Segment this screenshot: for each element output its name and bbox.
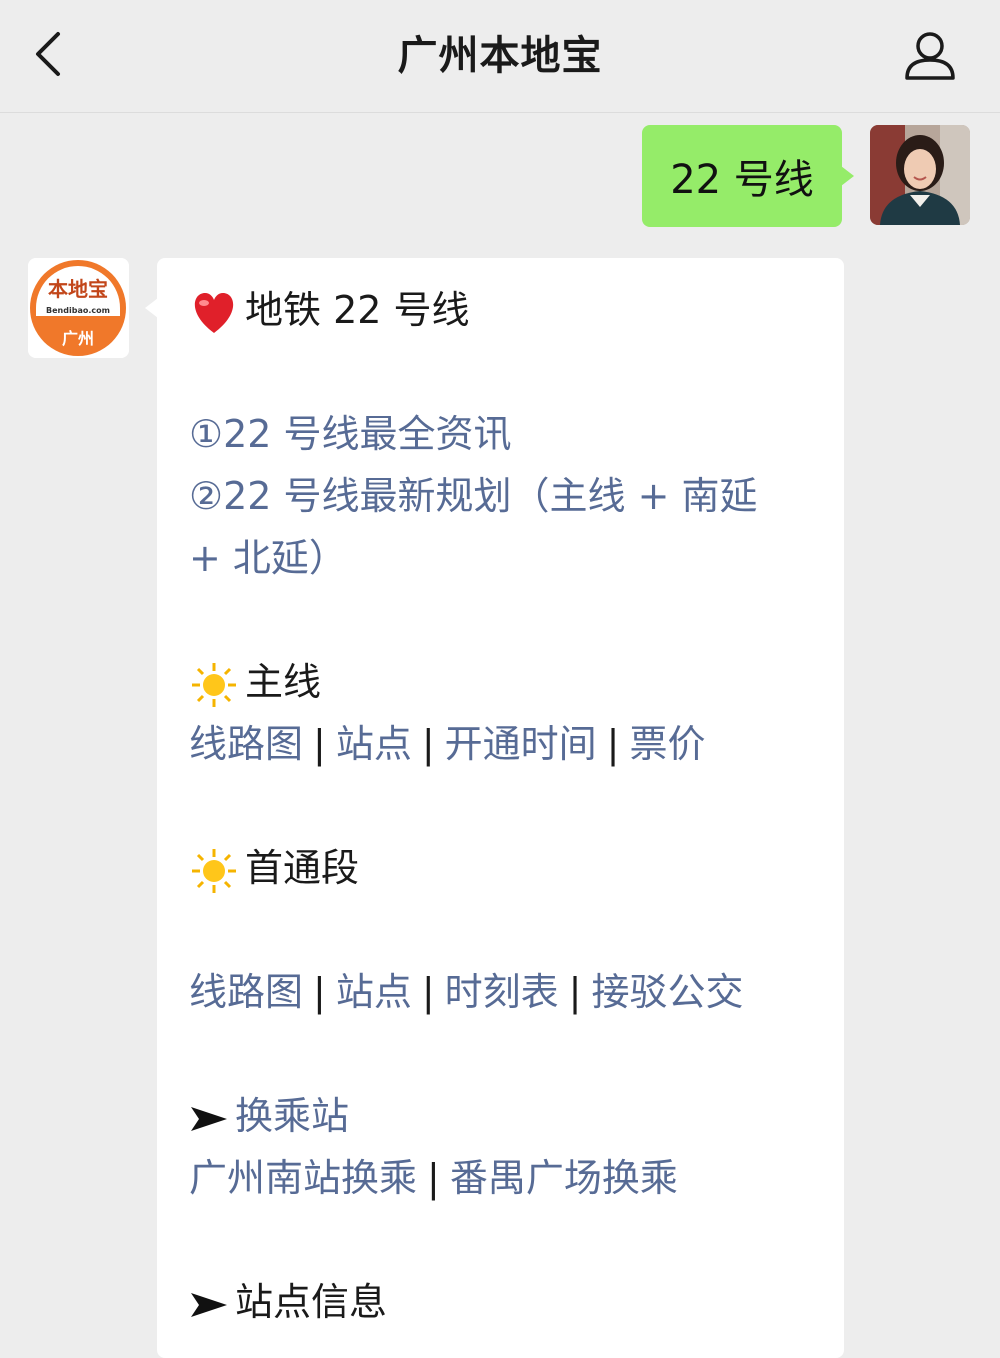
section-first-segment: 首通段	[189, 844, 359, 895]
section-transfer-title[interactable]: 换乘站	[235, 1094, 349, 1138]
main-links-row: 线路图 | 站点 | 开通时间 | 票价	[189, 720, 706, 768]
transfer-link-guangzhou-south[interactable]: 广州南站换乘	[189, 1156, 417, 1200]
transfer-link-panyu-square[interactable]: 番禺广场换乘	[450, 1156, 678, 1200]
link-latest-plan-cont[interactable]: + 北延）	[189, 534, 347, 582]
logo-text: 本地宝	[48, 277, 108, 301]
section-stations: 站点信息	[189, 1278, 387, 1329]
chat-info-button[interactable]	[900, 26, 960, 86]
top-bar: 广州本地宝	[0, 0, 1000, 113]
arrow-right-icon	[191, 1106, 227, 1131]
main-link-fare[interactable]: 票价	[629, 722, 705, 766]
transfer-links-row: 广州南站换乘 | 番禺广场换乘	[189, 1154, 678, 1202]
first-link-stations[interactable]: 站点	[336, 970, 412, 1014]
first-link-map[interactable]: 线路图	[189, 970, 303, 1014]
outgoing-message-text: 22 号线	[670, 157, 814, 203]
link-latest-news[interactable]: ①22 号线最全资讯	[189, 410, 512, 458]
logo-subtext: Bendibao.com	[46, 306, 110, 315]
bendibao-logo: 本地宝 Bendibao.com 广州	[28, 258, 129, 358]
separator: |	[421, 722, 435, 766]
main-link-stations[interactable]: 站点	[336, 722, 412, 766]
chat-title: 广州本地宝	[397, 33, 603, 79]
section-first-title: 首通段	[245, 846, 360, 890]
sun-icon	[192, 848, 236, 893]
user-photo	[870, 125, 970, 225]
section-stations-title: 站点信息	[235, 1280, 388, 1324]
separator: |	[427, 1156, 440, 1200]
user-avatar[interactable]	[870, 125, 970, 225]
sun-icon	[192, 662, 236, 707]
heart-icon	[194, 292, 234, 333]
link-latest-plan[interactable]: ②22 号线最新规划（主线 + 南延	[189, 472, 758, 520]
section-main-title: 主线	[245, 660, 322, 704]
reply-heading: 地铁 22 号线	[189, 286, 470, 337]
heading-text: 地铁 22 号线	[245, 288, 470, 332]
first-link-timetable[interactable]: 时刻表	[445, 970, 559, 1014]
main-link-opening-time[interactable]: 开通时间	[445, 722, 597, 766]
logo-city: 广州	[62, 329, 94, 348]
official-account-avatar[interactable]: 本地宝 Bendibao.com 广州	[28, 258, 129, 358]
main-link-map[interactable]: 线路图	[189, 722, 303, 766]
person-icon	[905, 32, 955, 80]
section-main-line: 主线	[189, 658, 321, 709]
outgoing-message-bubble[interactable]: 22 号线	[642, 125, 854, 227]
separator: |	[568, 970, 582, 1014]
separator: |	[313, 970, 326, 1014]
first-links-row: 线路图 | 站点 | 时刻表 | 接驳公交	[189, 968, 744, 1016]
first-link-bus[interactable]: 接驳公交	[591, 970, 743, 1014]
separator: |	[313, 722, 326, 766]
separator: |	[421, 970, 435, 1014]
section-transfer: 换乘站	[189, 1092, 349, 1143]
incoming-message-bubble: 地铁 22 号线 ①22 号线最全资讯 ②22 号线最新规划（主线 + 南延 +…	[145, 258, 844, 1358]
arrow-right-icon	[191, 1292, 227, 1317]
separator: |	[606, 722, 620, 766]
